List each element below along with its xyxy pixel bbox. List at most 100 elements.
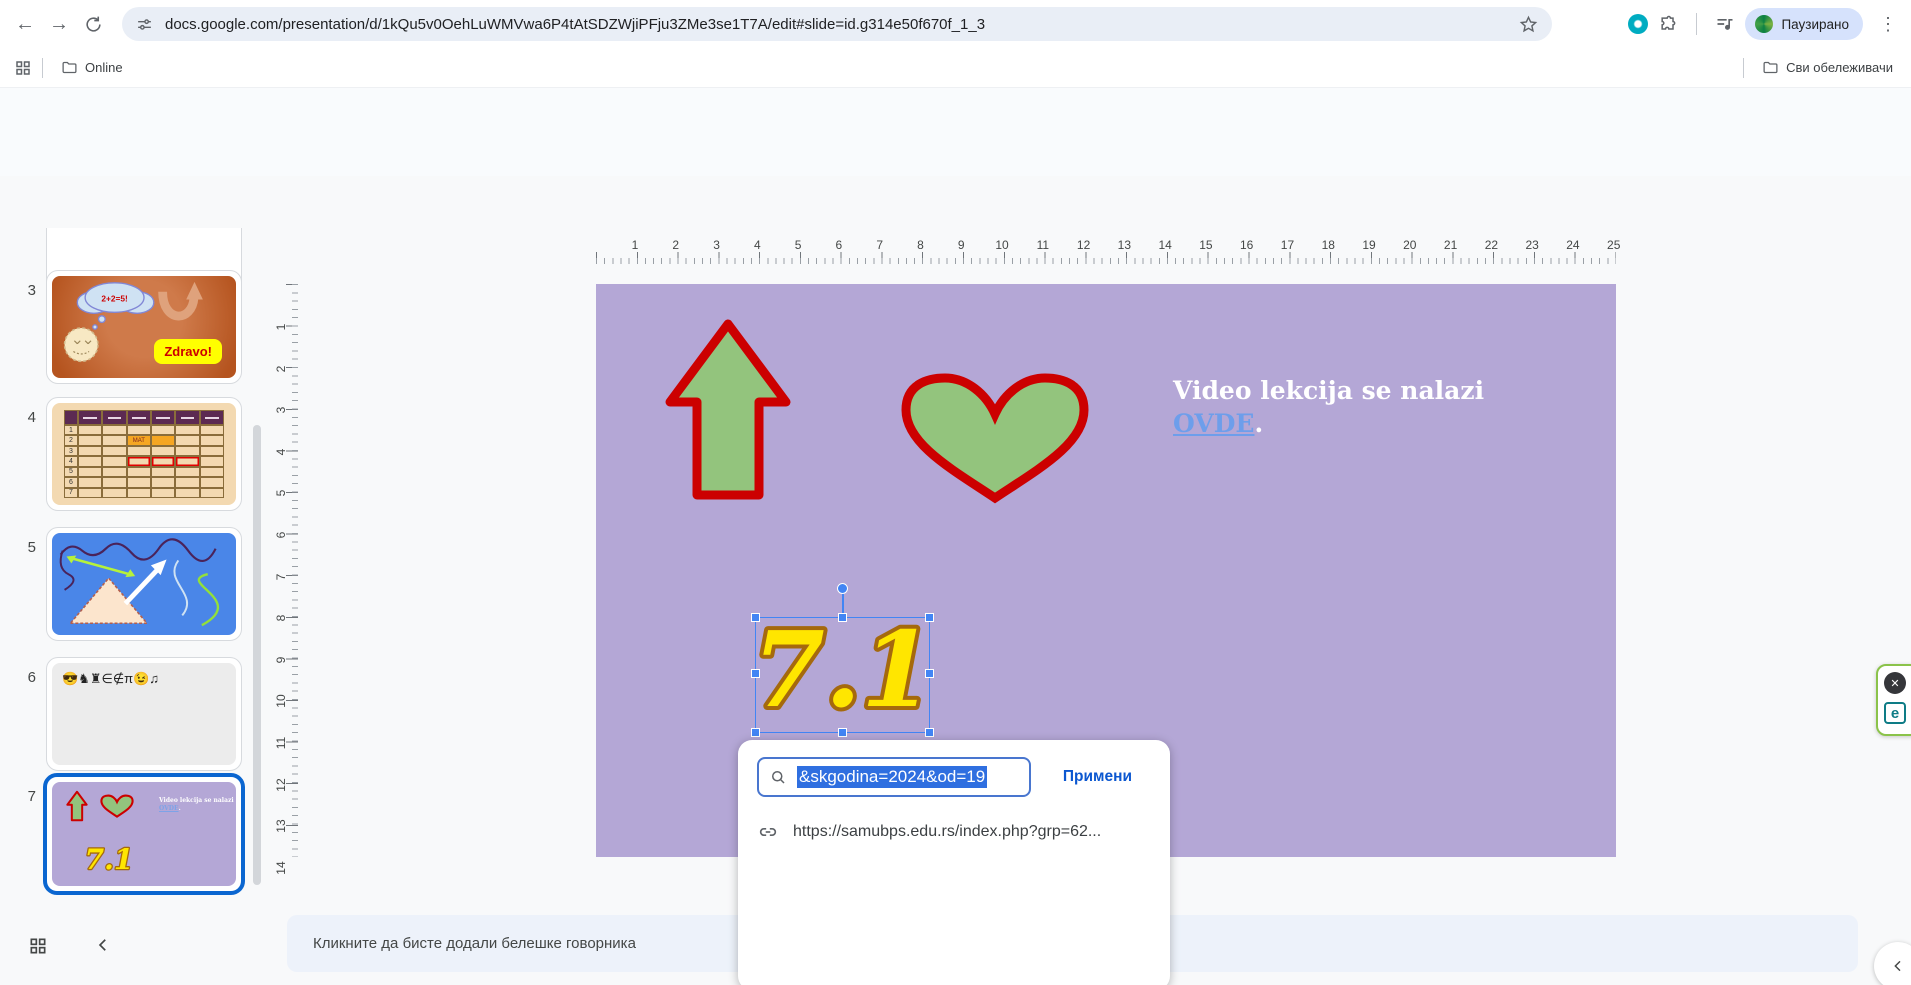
mini-table-cell [200,477,224,487]
mini-schedule-table: 12МАТ34567 [64,410,224,498]
slide-thumbnail-5[interactable] [46,527,242,641]
resize-handle-se[interactable] [925,728,934,737]
hruler-ticks [596,252,1616,264]
slide7-mini-text: Video lekcija se nalazi OVDE. [159,797,234,813]
slide-number: 7 [14,788,36,805]
hruler-number: 25 [1607,238,1620,252]
heart-shape[interactable] [898,370,1092,505]
mini-table-cell: 2 [64,435,78,445]
reload-icon[interactable] [76,7,110,41]
mini-table-header-cell [127,410,151,425]
paused-button[interactable]: Паузирано [1745,8,1863,40]
resize-handle-n[interactable] [838,613,847,622]
resize-handle-nw[interactable] [751,613,760,622]
hruler-number: 3 [713,238,720,252]
mini-table-header-cell [175,410,199,425]
browser-toolbar: ← → docs.google.com/presentation/d/1kQu5… [0,0,1911,48]
extension-e-icon[interactable]: e [1884,702,1906,724]
vruler-number: 13 [274,819,288,833]
collapse-filmstrip-icon[interactable] [94,936,112,954]
extensions-puzzle-icon[interactable] [1658,14,1678,34]
address-bar[interactable]: docs.google.com/presentation/d/1kQu5v0Oe… [122,7,1552,41]
mini-table-cell: 1 [64,425,78,435]
hruler-number: 13 [1118,238,1131,252]
separator [1743,58,1744,78]
mini-table-cell [151,446,175,456]
mini-table-cell [175,467,199,477]
slide-thumbnail-3[interactable]: 2+2=5! Zdravo! [46,270,242,384]
all-bookmarks-button[interactable]: Сви обележивачи [1754,59,1901,76]
apps-grid-icon[interactable] [14,59,32,77]
bookmark-label: Online [85,60,123,75]
site-info-icon[interactable] [136,16,153,33]
filmstrip-scrollbar[interactable] [253,425,261,885]
mini-table-cell [151,435,175,445]
resize-handle-e[interactable] [925,669,934,678]
extension-teal-icon[interactable] [1628,14,1648,34]
slide-thumbnail-6[interactable]: 😎♞♜∈∉π😉♫ [46,657,242,771]
mini-table-row: 4 [64,456,224,466]
rotation-handle[interactable] [837,583,848,594]
media-controls-icon[interactable] [1715,14,1735,34]
vruler-number: 12 [274,778,288,792]
mini-table-cell [127,456,151,466]
mini-table-row: 1 [64,425,224,435]
mini-table-header-cell [64,410,78,425]
slide3-greeting: Zdravo! [154,339,222,364]
mini-table-header-cell [102,410,126,425]
resize-handle-s[interactable] [838,728,847,737]
hruler-number: 7 [876,238,883,252]
forward-icon[interactable]: → [42,7,76,41]
bookmark-star-icon[interactable] [1519,15,1538,34]
bookmark-folder-online[interactable]: Online [53,59,131,76]
back-icon[interactable]: ← [8,7,42,41]
hruler-number: 5 [795,238,802,252]
search-icon [769,768,787,786]
mini-table-cell: 4 [64,456,78,466]
resize-handle-w[interactable] [751,669,760,678]
mini-table-cell [175,435,199,445]
filmstrip: 3 2+2=5! Z [0,228,266,910]
grid-view-icon[interactable] [28,936,48,956]
video-lesson-text[interactable]: Video lekcija se nalazi OVDE. [1173,374,1484,440]
selection-box[interactable] [755,617,930,733]
mini-table-cell [175,456,199,466]
browser-menu-icon[interactable]: ⋮ [1873,14,1903,35]
slide-thumbnail-7-selected[interactable]: Video lekcija se nalazi OVDE. 7.1 [43,773,245,895]
ovde-link[interactable]: OVDE [1173,409,1254,438]
hruler-number: 20 [1403,238,1416,252]
apply-button[interactable]: Примени [1063,768,1132,786]
hruler-number: 21 [1444,238,1457,252]
mini-table-cell: МАТ [127,435,151,445]
close-icon[interactable]: ✕ [1884,672,1906,694]
mini-table-cell [78,477,102,487]
vruler-number: 11 [274,736,288,750]
hruler-number: 1 [632,238,639,252]
video-lesson-line1: Video lekcija se nalazi [1173,376,1484,405]
hruler-number: 22 [1485,238,1498,252]
mini-table-cell [78,435,102,445]
hruler-number: 4 [754,238,761,252]
hruler-number: 8 [917,238,924,252]
paused-label: Паузирано [1781,17,1849,32]
resize-handle-ne[interactable] [925,613,934,622]
recorder-icon [1755,15,1773,33]
sidebar-expand-button[interactable] [1874,942,1911,985]
mini-table-cell [151,467,175,477]
link-suggestion-url: https://samubps.edu.rs/index.php?grp=62.… [793,823,1101,841]
slide-thumbnail-4[interactable]: 12МАТ34567 [46,397,242,511]
canvas-area: 3 2+2=5! Z [0,176,1911,985]
hruler-number: 9 [958,238,965,252]
resize-handle-sw[interactable] [751,728,760,737]
hruler-number: 12 [1077,238,1090,252]
vruler-number: 6 [274,528,288,542]
mini-table-cell [200,446,224,456]
arrow-shape[interactable] [656,314,800,505]
hruler-number: 18 [1322,238,1335,252]
mini-table-cell [78,456,102,466]
separator [42,58,43,78]
link-search-input[interactable]: &skgodina=2024&od=19 [757,757,1031,797]
vruler-number: 14 [274,861,288,875]
link-suggestion[interactable]: https://samubps.edu.rs/index.php?grp=62.… [757,812,1158,852]
mini-table-row: 7 [64,488,224,498]
